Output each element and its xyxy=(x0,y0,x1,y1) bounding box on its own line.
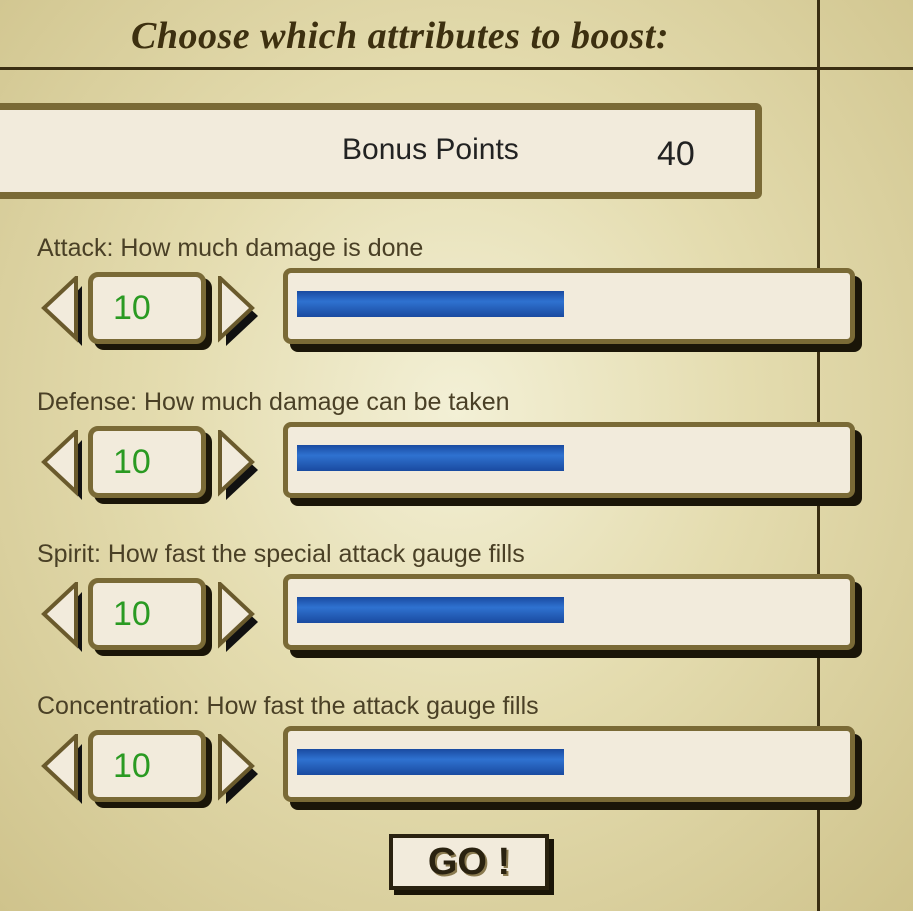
attribute-gauge-fill xyxy=(297,597,564,623)
attribute-value: 10 xyxy=(113,289,151,327)
attribute-value-box: 10 xyxy=(88,426,206,498)
attribute-gauge-fill xyxy=(297,749,564,775)
decrease-arrow-icon[interactable] xyxy=(40,734,86,806)
attribute-description: Spirit: How fast the special attack gaug… xyxy=(37,540,525,568)
attribute-description: Defense: How much damage can be taken xyxy=(37,388,510,416)
increase-arrow-icon[interactable] xyxy=(214,734,260,806)
attribute-value: 10 xyxy=(113,443,151,481)
attribute-gauge xyxy=(283,574,855,650)
decrease-arrow-icon[interactable] xyxy=(40,582,86,654)
attribute-gauge xyxy=(283,268,855,344)
attribute-value: 10 xyxy=(113,595,151,633)
attribute-spirit: Spirit: How fast the special attack gaug… xyxy=(0,540,913,690)
frame-top-divider xyxy=(0,67,913,70)
attribute-description: Concentration: How fast the attack gauge… xyxy=(37,692,539,720)
attribute-concentration: Concentration: How fast the attack gauge… xyxy=(0,692,913,842)
attribute-gauge-fill xyxy=(297,291,564,317)
attribute-value-box: 10 xyxy=(88,578,206,650)
attribute-description: Attack: How much damage is done xyxy=(37,234,424,262)
attribute-value-box: 10 xyxy=(88,272,206,344)
attribute-attack: Attack: How much damage is done 10 xyxy=(0,234,913,384)
attribute-gauge xyxy=(283,422,855,498)
bonus-points-label: Bonus Points xyxy=(342,133,519,166)
increase-arrow-icon[interactable] xyxy=(214,582,260,654)
attribute-value-box: 10 xyxy=(88,730,206,802)
increase-arrow-icon[interactable] xyxy=(214,430,260,502)
bonus-points-value: 40 xyxy=(657,135,695,173)
attribute-gauge-fill xyxy=(297,445,564,471)
decrease-arrow-icon[interactable] xyxy=(40,276,86,348)
increase-arrow-icon[interactable] xyxy=(214,276,260,348)
page-title: Choose which attributes to boost: xyxy=(130,15,670,57)
attribute-value: 10 xyxy=(113,747,151,785)
attribute-defense: Defense: How much damage can be taken 10 xyxy=(0,388,913,538)
go-button-label: GO ! xyxy=(427,841,511,883)
decrease-arrow-icon[interactable] xyxy=(40,430,86,502)
attribute-gauge xyxy=(283,726,855,802)
go-button[interactable]: GO ! xyxy=(389,834,549,890)
